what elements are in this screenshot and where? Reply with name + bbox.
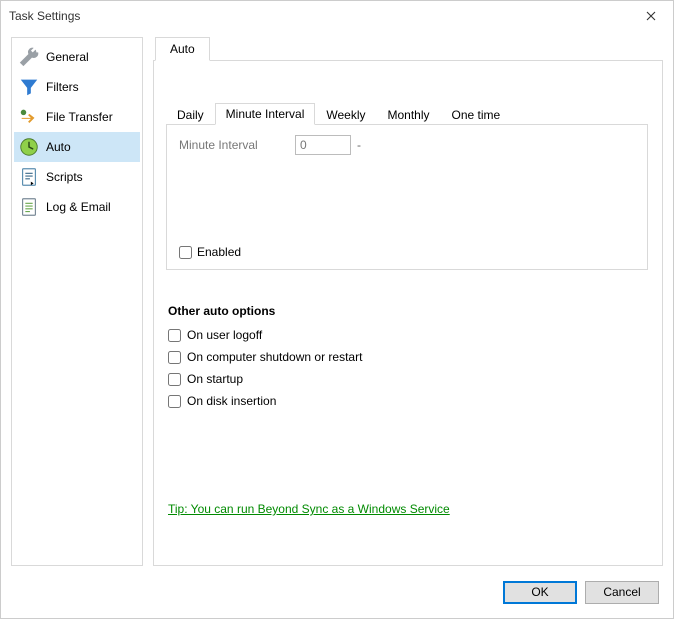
titlebar: Task Settings: [1, 1, 673, 31]
columns: General Filters File Transfer: [11, 37, 663, 566]
opt-checkbox[interactable]: [168, 351, 181, 364]
clock-icon: [18, 136, 40, 158]
top-tabstrip: Auto: [153, 37, 663, 61]
nav-label: Log & Email: [46, 200, 111, 214]
document-icon: [18, 196, 40, 218]
minute-interval-input[interactable]: [295, 135, 351, 155]
schedule-body: Minute Interval - Enabled: [166, 125, 648, 270]
enabled-row[interactable]: Enabled: [179, 245, 241, 259]
nav-item-general[interactable]: General: [14, 42, 140, 72]
opt-label: On disk insertion: [187, 394, 276, 408]
window-title: Task Settings: [9, 9, 628, 23]
tab-daily[interactable]: Daily: [166, 104, 215, 125]
nav-label: General: [46, 50, 89, 64]
other-options-list: On user logoff On computer shutdown or r…: [168, 324, 648, 412]
nav-label: Filters: [46, 80, 79, 94]
schedule-tabstrip: Daily Minute Interval Weekly Monthly One…: [166, 103, 648, 125]
opt-checkbox[interactable]: [168, 395, 181, 408]
dialog-buttons: OK Cancel: [11, 566, 663, 608]
cancel-button[interactable]: Cancel: [585, 581, 659, 604]
other-options-title: Other auto options: [168, 304, 648, 318]
script-icon: [18, 166, 40, 188]
right-panel: Auto Daily Minute Interval Weekly Monthl…: [153, 37, 663, 566]
minute-interval-suffix: -: [357, 138, 361, 152]
auto-panel: Daily Minute Interval Weekly Monthly One…: [153, 61, 663, 566]
ok-button[interactable]: OK: [503, 581, 577, 604]
nav-item-file-transfer[interactable]: File Transfer: [14, 102, 140, 132]
close-button[interactable]: [628, 1, 673, 31]
opt-label: On computer shutdown or restart: [187, 350, 362, 364]
nav-item-filters[interactable]: Filters: [14, 72, 140, 102]
tab-auto[interactable]: Auto: [155, 37, 210, 61]
enabled-checkbox[interactable]: [179, 246, 192, 259]
client-area: General Filters File Transfer: [1, 31, 673, 618]
task-settings-dialog: Task Settings General Filters: [0, 0, 674, 619]
opt-on-disk-insertion[interactable]: On disk insertion: [168, 390, 648, 412]
nav-label: File Transfer: [46, 110, 113, 124]
close-icon: [646, 11, 656, 21]
category-list: General Filters File Transfer: [11, 37, 143, 566]
nav-item-log-email[interactable]: Log & Email: [14, 192, 140, 222]
funnel-icon: [18, 76, 40, 98]
wrench-icon: [18, 46, 40, 68]
opt-on-shutdown-restart[interactable]: On computer shutdown or restart: [168, 346, 648, 368]
opt-on-user-logoff[interactable]: On user logoff: [168, 324, 648, 346]
opt-checkbox[interactable]: [168, 329, 181, 342]
nav-item-scripts[interactable]: Scripts: [14, 162, 140, 192]
tab-monthly[interactable]: Monthly: [377, 104, 441, 125]
minute-interval-row: Minute Interval -: [179, 135, 635, 155]
opt-checkbox[interactable]: [168, 373, 181, 386]
tip-link[interactable]: Tip: You can run Beyond Sync as a Window…: [168, 502, 450, 516]
transfer-icon: [18, 106, 40, 128]
opt-label: On user logoff: [187, 328, 262, 342]
tab-one-time[interactable]: One time: [441, 104, 512, 125]
nav-label: Scripts: [46, 170, 83, 184]
minute-interval-label: Minute Interval: [179, 138, 289, 152]
enabled-label: Enabled: [197, 245, 241, 259]
opt-label: On startup: [187, 372, 243, 386]
tab-weekly[interactable]: Weekly: [315, 104, 376, 125]
nav-item-auto[interactable]: Auto: [14, 132, 140, 162]
tip-row: Tip: You can run Beyond Sync as a Window…: [168, 502, 648, 516]
tab-minute-interval[interactable]: Minute Interval: [215, 103, 316, 125]
nav-label: Auto: [46, 140, 71, 154]
opt-on-startup[interactable]: On startup: [168, 368, 648, 390]
